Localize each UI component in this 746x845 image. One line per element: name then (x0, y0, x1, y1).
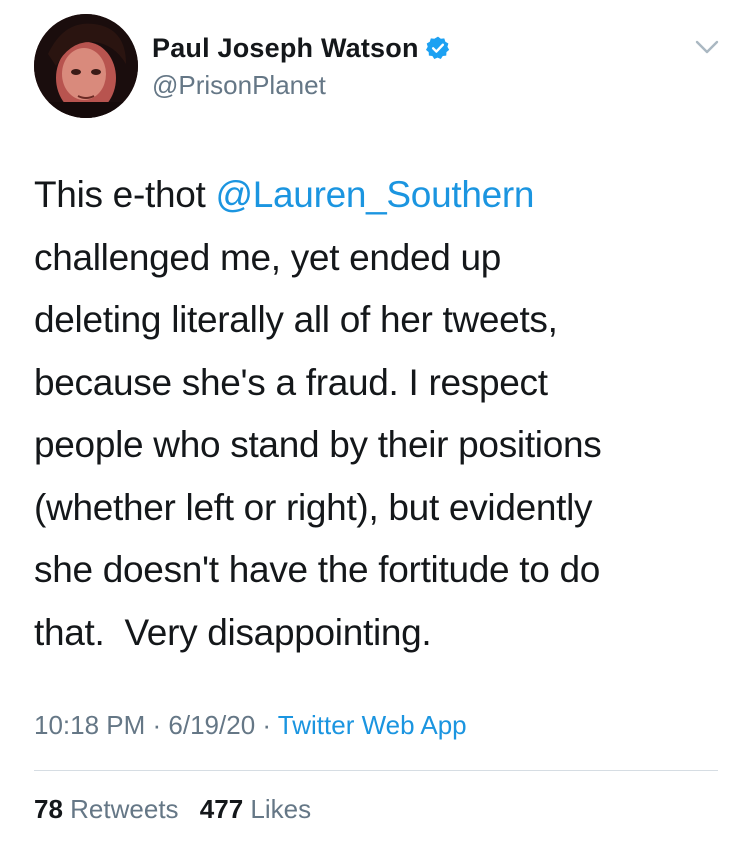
verified-badge-icon (425, 36, 449, 59)
tweet-meta: 10:18 PM · 6/19/20 · Twitter Web App (34, 710, 467, 741)
author-handle[interactable]: @PrisonPlanet (152, 70, 326, 101)
tweet-line: that. Very disappointing. (34, 611, 432, 653)
author-display-name[interactable]: Paul Joseph Watson (152, 33, 451, 64)
tweet-line-text: This e-thot (34, 174, 216, 215)
mention-link[interactable]: @Lauren_Southern (215, 174, 534, 215)
retweets-label: Retweets (70, 794, 179, 824)
tweet-time[interactable]: 10:18 PM (34, 710, 145, 740)
likes-label: Likes (250, 794, 312, 824)
tweet-line: deleting literally all of her tweets, (34, 299, 558, 340)
tweet-line: she doesn't have the fortitude to do (34, 549, 601, 590)
avatar[interactable] (34, 14, 138, 118)
retweets-stat[interactable]: 78 Retweets (34, 794, 179, 824)
tweet-date[interactable]: 6/19/20 (168, 710, 255, 740)
meta-separator: · (145, 710, 169, 740)
tweet-line: (whether left or right), but evidently (34, 486, 593, 528)
tweet-text: This e-thot @Lauren_Southern challenged … (34, 164, 724, 664)
divider (34, 770, 718, 771)
tweet-stats: 78 Retweets 477 Likes (34, 794, 311, 825)
tweet-line: challenged me, yet ended up (34, 236, 502, 278)
retweets-count: 78 (34, 794, 63, 824)
likes-count: 477 (199, 794, 244, 824)
tweet-line: because she's a fraud. I respect (34, 361, 548, 403)
author-name-text: Paul Joseph Watson (152, 33, 419, 63)
tweet-line: This e-thot @Lauren_Southern (34, 164, 724, 227)
tweet-source-link[interactable]: Twitter Web App (278, 710, 467, 740)
profile-photo (34, 14, 138, 118)
tweet-card: Paul Joseph Watson @PrisonPlanet This e-… (0, 0, 746, 845)
meta-separator: · (255, 710, 278, 740)
chevron-down-icon[interactable] (694, 38, 720, 56)
likes-stat[interactable]: 477 Likes (200, 794, 311, 824)
tweet-line: people who stand by their positions (34, 424, 602, 465)
